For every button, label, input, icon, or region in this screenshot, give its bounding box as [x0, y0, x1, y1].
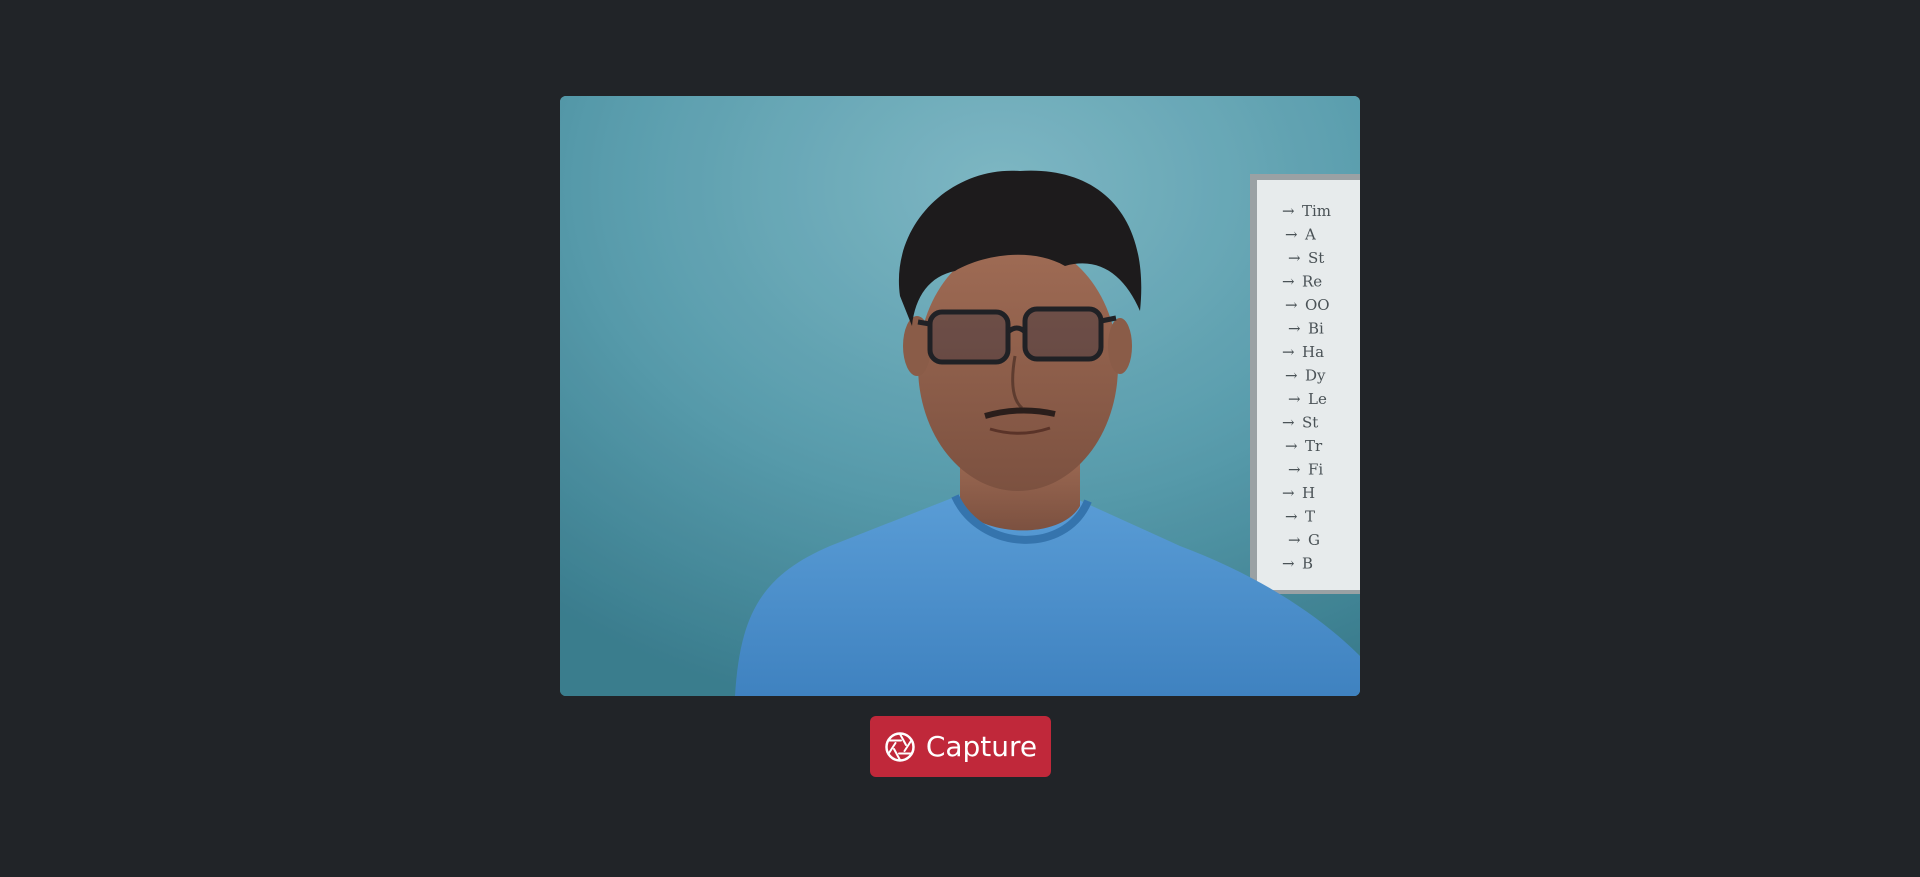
whiteboard-text: Fi [1308, 461, 1323, 479]
camera-aperture-icon [885, 731, 915, 762]
whiteboard-text: G [1308, 531, 1320, 549]
capture-button[interactable]: Capture [870, 716, 1051, 777]
whiteboard-text: OO [1305, 296, 1330, 314]
whiteboard-text: A [1304, 226, 1316, 244]
page: → Tim → A → St → Re → OO → Bi → Ha → Dy → Le → St → Tr → Fi → H → T… [0, 0, 1920, 877]
whiteboard-arrow: → [1288, 531, 1301, 549]
whiteboard-text: Re [1302, 273, 1322, 291]
whiteboard-arrow: → [1282, 343, 1295, 361]
whiteboard-arrow: → [1282, 202, 1295, 220]
webcam-video-feed: → Tim → A → St → Re → OO → Bi → Ha → Dy → Le → St → Tr → Fi → H → T… [560, 96, 1360, 696]
whiteboard-arrow: → [1282, 555, 1295, 573]
whiteboard-text: St [1302, 414, 1318, 432]
webcam-image: → Tim→ A→ St→ Re→ OO→ Bi→ Ha→ Dy→ Le→ St→ Tr→ Fi→ H→ T… [560, 96, 1360, 696]
whiteboard-arrow: → [1288, 320, 1301, 338]
whiteboard: → Tim→ A→ St→ Re→ OO→ Bi→ Ha→ Dy→ Le→ St→ Tr→ Fi→ H→ T… [1250, 174, 1360, 594]
whiteboard-arrow: → [1288, 249, 1301, 267]
whiteboard-text: Bi [1308, 320, 1324, 338]
whiteboard-text: Ha [1302, 343, 1324, 361]
whiteboard-arrow: → [1282, 273, 1295, 291]
whiteboard-text: Tr [1305, 437, 1323, 455]
whiteboard-arrow: → [1285, 437, 1298, 455]
whiteboard-text: Tim [1302, 202, 1331, 220]
whiteboard-arrow: → [1282, 484, 1295, 502]
whiteboard-arrow: → [1285, 367, 1298, 385]
whiteboard-arrow: → [1285, 296, 1298, 314]
whiteboard-text: H [1302, 484, 1315, 502]
whiteboard-arrow: → [1288, 390, 1301, 408]
capture-label: Capture [925, 729, 1038, 763]
whiteboard-text: Le [1308, 390, 1327, 408]
whiteboard-arrow: → [1282, 414, 1295, 432]
whiteboard-arrow: → [1285, 508, 1298, 526]
whiteboard-text: B [1302, 555, 1313, 573]
whiteboard-text: T [1305, 508, 1315, 526]
whiteboard-text: Dy [1305, 367, 1326, 385]
person-face [918, 241, 1118, 491]
whiteboard-arrow: → [1285, 226, 1298, 244]
whiteboard-arrow: → [1288, 461, 1301, 479]
whiteboard-text: St [1308, 249, 1324, 267]
